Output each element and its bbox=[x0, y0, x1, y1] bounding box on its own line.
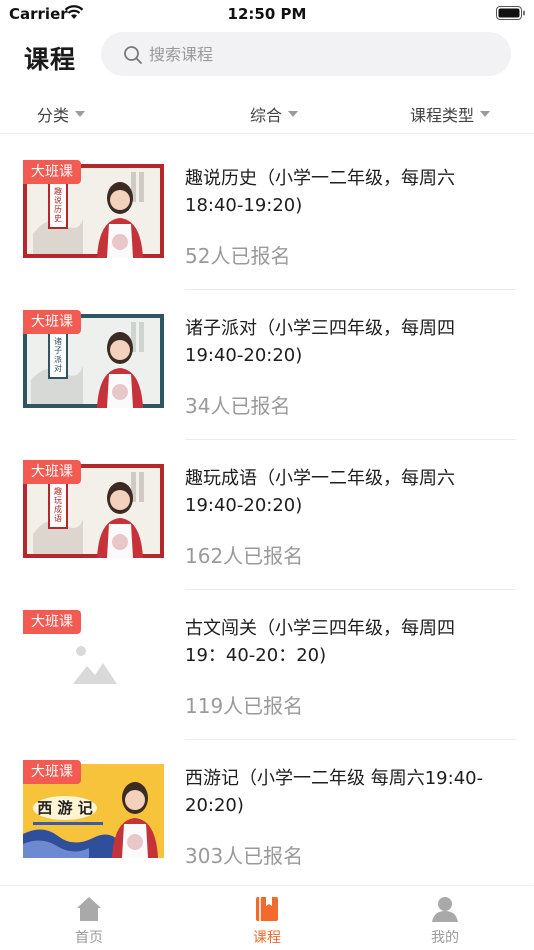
caret-down-icon bbox=[75, 111, 86, 117]
tab-courses[interactable]: 课程 bbox=[222, 894, 312, 947]
tab-home[interactable]: 首页 bbox=[44, 894, 134, 947]
caret-down-icon bbox=[288, 111, 299, 117]
book-icon bbox=[256, 897, 278, 921]
course-badge: 大班课 bbox=[23, 310, 81, 334]
poster-text: 西 游 记 bbox=[37, 799, 92, 817]
course-list-item[interactable]: 西 游 记 大班课 西游记（小学一二年级 每周六19:40-20:20) 303… bbox=[0, 740, 534, 890]
course-badge: 大班课 bbox=[23, 160, 81, 184]
enrollment-count: 303人已报名 bbox=[185, 844, 304, 868]
course-title: 趣玩成语（小学一二年级，每周六19:40-20:20) bbox=[185, 468, 455, 516]
person-icon bbox=[432, 897, 458, 922]
status-bar: Carrier 12:50 PM bbox=[0, 0, 534, 28]
page-title: 课程 bbox=[24, 45, 77, 74]
poster-text: 趣玩成语 bbox=[54, 486, 62, 523]
poster-text: 趣说历史 bbox=[54, 186, 62, 223]
course-title: 西游记（小学一二年级 每周六19:40-20:20) bbox=[185, 768, 484, 816]
search-icon bbox=[124, 46, 142, 64]
enrollment-count: 162人已报名 bbox=[185, 544, 304, 568]
course-list-item[interactable]: 趣玩成语 大班课 趣玩成语（小学一二年级，每周六19:40-20:20) 162… bbox=[0, 440, 534, 590]
filter-label: 分类 bbox=[37, 106, 70, 125]
course-list-item[interactable]: 趣说历史 大班课 趣说历史（小学一二年级，每周六18:40-19:20) 52人… bbox=[0, 140, 534, 290]
filter-category-dropdown[interactable]: 分类 bbox=[37, 102, 86, 126]
filter-label: 课程类型 bbox=[410, 106, 475, 125]
caret-down-icon bbox=[480, 111, 491, 117]
tab-label: 课程 bbox=[253, 930, 281, 946]
home-icon bbox=[77, 897, 101, 921]
battery-icon bbox=[496, 6, 525, 20]
course-list-item[interactable]: 诸子派对 大班课 诸子派对（小学三四年级，每周四19:40-20:20) 34人… bbox=[0, 290, 534, 440]
clock: 12:50 PM bbox=[227, 5, 307, 23]
filter-label: 综合 bbox=[250, 106, 283, 125]
tab-bar: 首页 课程 我的 bbox=[0, 885, 534, 950]
course-title: 诸子派对（小学三四年级，每周四19:40-20:20) bbox=[185, 318, 455, 366]
course-badge: 大班课 bbox=[23, 460, 81, 484]
tab-me[interactable]: 我的 bbox=[400, 894, 490, 947]
course-badge: 大班课 bbox=[23, 760, 81, 784]
search-bar[interactable] bbox=[101, 32, 511, 76]
course-title: 古文闯关（小学三四年级，每周四19：40-20：20) bbox=[185, 618, 455, 666]
course-title: 趣说历史（小学一二年级，每周六18:40-19:20) bbox=[185, 168, 455, 216]
filter-bar: 分类 综合 课程类型 bbox=[0, 94, 534, 134]
enrollment-count: 34人已报名 bbox=[185, 394, 291, 418]
filter-course-type-dropdown[interactable]: 课程类型 bbox=[410, 102, 491, 126]
poster-text: 诸子派对 bbox=[54, 337, 62, 373]
search-input[interactable] bbox=[149, 32, 489, 76]
header: 课程 bbox=[0, 28, 534, 84]
enrollment-count: 52人已报名 bbox=[185, 244, 291, 268]
tab-label: 首页 bbox=[75, 930, 103, 946]
enrollment-count: 119人已报名 bbox=[185, 694, 304, 718]
tab-label: 我的 bbox=[431, 930, 459, 946]
course-list-item[interactable]: 大班课 古文闯关（小学三四年级，每周四19：40-20：20) 119人已报名 bbox=[0, 590, 534, 740]
filter-sort-dropdown[interactable]: 综合 bbox=[250, 102, 299, 126]
course-badge: 大班课 bbox=[23, 610, 81, 634]
